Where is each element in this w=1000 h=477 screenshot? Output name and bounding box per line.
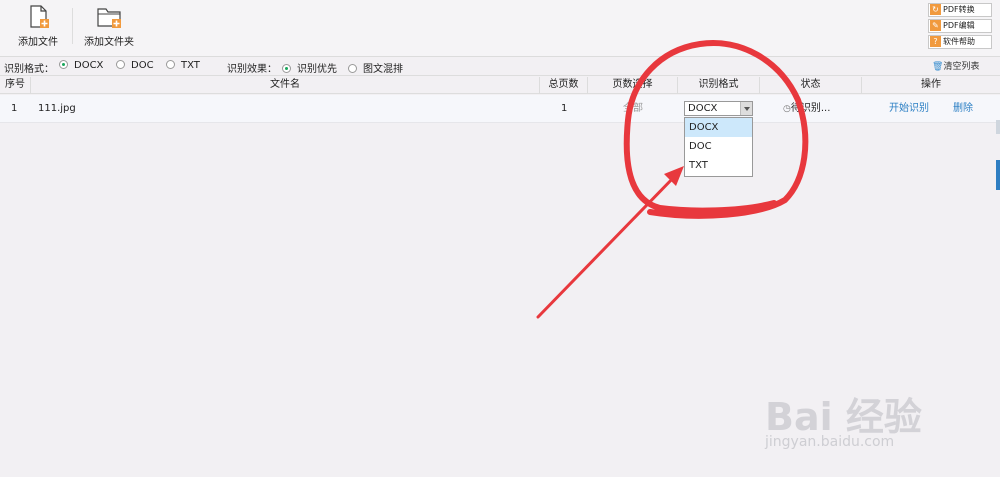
add-file-icon (30, 5, 49, 28)
clear-list-button[interactable]: 🗑清空列表 (932, 59, 979, 72)
format-select[interactable]: DOCX (684, 101, 753, 116)
row-page-select[interactable]: 全部 (623, 95, 643, 123)
table-row[interactable]: 1 111.jpg 1 全部 ◷待识别... 开始识别 删除 (0, 95, 1000, 123)
radio-icon (348, 64, 357, 73)
row-status: ◷待识别... (783, 103, 831, 114)
pdf-edit-label: PDF编辑 (943, 21, 975, 30)
format-label: 识别格式： (4, 64, 54, 75)
col-index[interactable]: 序号 (0, 77, 31, 94)
help-button[interactable]: ? 软件帮助 (928, 35, 992, 49)
trash-icon: 🗑 (932, 62, 944, 72)
window-edge (996, 120, 1000, 134)
row-pages: 1 (561, 103, 568, 114)
window-edge (996, 160, 1000, 190)
col-status[interactable]: 状态 (760, 77, 862, 94)
effect-option-accuracy[interactable]: 识别优先 (282, 60, 337, 75)
pdf-edit-button[interactable]: ✎ PDF编辑 (928, 19, 992, 33)
radio-selected-icon (59, 60, 68, 69)
radio-icon (116, 60, 125, 69)
dropdown-option-docx[interactable]: DOCX (685, 118, 752, 137)
radio-icon (166, 60, 175, 69)
effect-label: 识别效果： (227, 64, 277, 75)
chevron-down-icon[interactable] (740, 102, 752, 115)
col-format[interactable]: 识别格式 (678, 77, 760, 94)
annotation-arrow-head (664, 166, 684, 186)
col-filename[interactable]: 文件名 (31, 77, 540, 94)
toolbar-divider (72, 8, 73, 44)
pdf-convert-button[interactable]: ↻ PDF转换 (928, 3, 992, 17)
add-folder-icon (97, 8, 121, 28)
row-index: 1 (11, 103, 18, 114)
add-folder-button[interactable]: 添加文件夹 (74, 4, 144, 50)
start-recognition-link[interactable]: 开始识别 (889, 95, 929, 123)
watermark: Bai 经验 jingyan.baidu.com (760, 374, 950, 464)
add-file-label: 添加文件 (18, 37, 58, 48)
help-icon: ? (930, 36, 941, 47)
annotation-arrow-shaft (536, 173, 678, 319)
effect-option-mixed[interactable]: 图文混排 (348, 60, 403, 75)
col-pages[interactable]: 总页数 (540, 77, 588, 94)
toolbar: 添加文件 添加文件夹 ↻ PDF转换 ✎ PDF编辑 ? 软件帮助 (0, 0, 1000, 57)
help-label: 软件帮助 (943, 37, 975, 46)
watermark-url: jingyan.baidu.com (765, 434, 895, 450)
clock-icon: ◷ (783, 104, 791, 114)
col-page-select[interactable]: 页数选择 (588, 77, 678, 94)
format-option-docx[interactable]: DOCX (59, 60, 103, 71)
format-option-doc[interactable]: DOC (116, 60, 154, 71)
format-select-value: DOCX (688, 103, 718, 114)
options-bar: 识别格式： DOCX DOC TXT 识别效果： 识别优先 图文混排 🗑清空列表 (0, 57, 1000, 76)
add-file-button[interactable]: 添加文件 (3, 4, 73, 50)
format-dropdown-list: DOCX DOC TXT (684, 117, 753, 177)
col-actions[interactable]: 操作 (862, 77, 1000, 94)
radio-selected-icon (282, 64, 291, 73)
watermark-logo: Bai 经验 (765, 395, 922, 439)
add-folder-label: 添加文件夹 (84, 37, 134, 48)
dropdown-option-txt[interactable]: TXT (685, 156, 752, 175)
convert-icon: ↻ (930, 4, 941, 15)
delete-link[interactable]: 删除 (953, 95, 973, 123)
row-filename: 111.jpg (38, 103, 76, 114)
edit-icon: ✎ (930, 20, 941, 31)
format-option-txt[interactable]: TXT (166, 60, 200, 71)
dropdown-option-doc[interactable]: DOC (685, 137, 752, 156)
pdf-convert-label: PDF转换 (943, 5, 975, 14)
table-header: 序号 文件名 总页数 页数选择 识别格式 状态 操作 (0, 77, 1000, 94)
